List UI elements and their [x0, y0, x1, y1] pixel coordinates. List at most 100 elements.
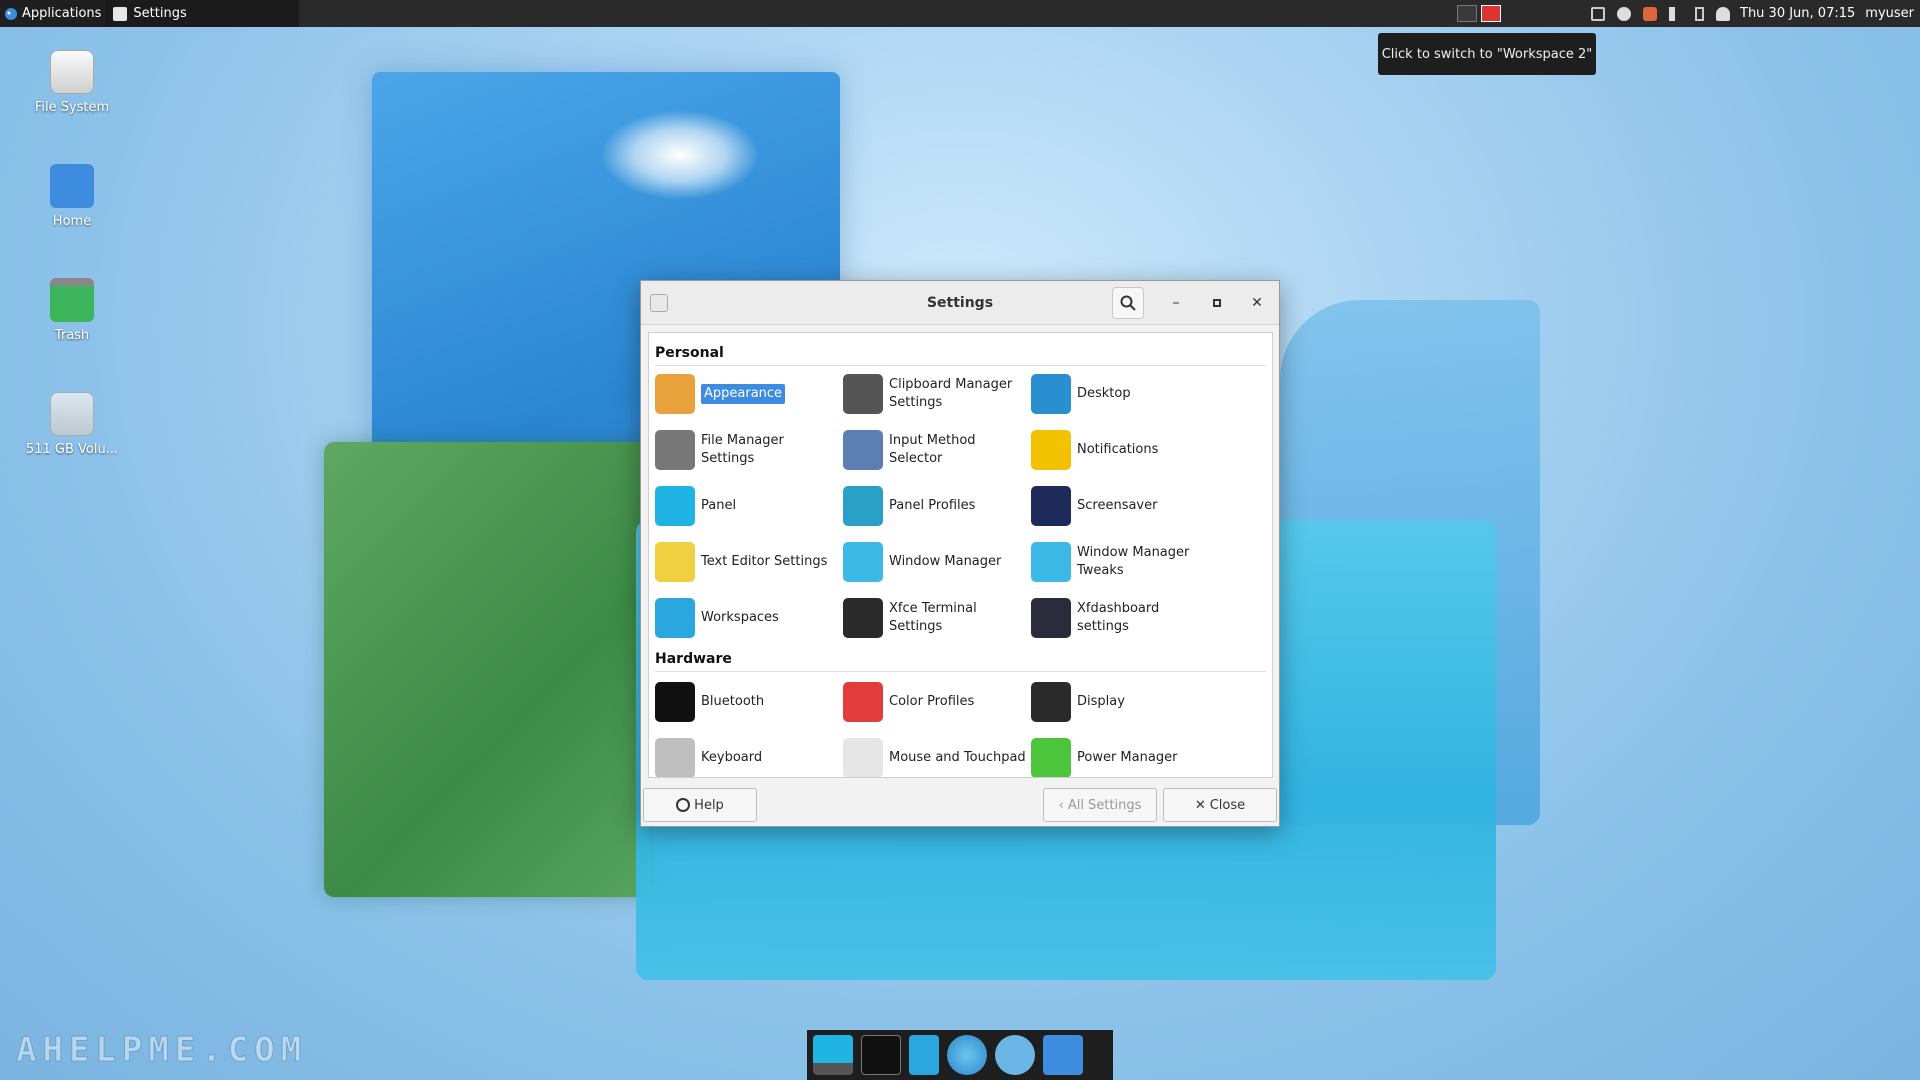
help-label: Help [694, 797, 724, 813]
notification-bell-icon[interactable] [1716, 6, 1730, 21]
title-bar[interactable]: Settings – ✕ [641, 281, 1279, 325]
all-settings-label: All Settings [1067, 797, 1142, 813]
battery-tray-icon[interactable] [1695, 6, 1704, 21]
workspace-switcher[interactable] [1457, 5, 1501, 22]
dock [807, 1030, 1113, 1080]
workspace-1[interactable] [1457, 5, 1477, 22]
desktop-icon-volume[interactable]: 511 GB Volu... [16, 392, 128, 457]
setting-item-label: Window Manager Tweaks [1077, 545, 1190, 578]
section-separator [655, 671, 1266, 672]
volume-icon[interactable] [1669, 6, 1683, 21]
setting-item-bluetooth[interactable]: Bluetooth [655, 677, 839, 727]
setting-item-label: Screensaver [1077, 498, 1158, 513]
setting-item-input-method-selector[interactable]: Input Method Selector [843, 425, 1027, 475]
setting-item-notifications[interactable]: Notifications [1031, 425, 1215, 475]
display-icon [1031, 682, 1071, 722]
applications-menu[interactable]: Applications [0, 0, 106, 27]
setting-item-screensaver[interactable]: Screensaver [1031, 481, 1215, 531]
settings-app-icon [113, 6, 128, 21]
file-manager-icon [655, 430, 695, 470]
network-icon[interactable] [1591, 6, 1605, 21]
setting-item-window-manager-tweaks[interactable]: Window Manager Tweaks [1031, 537, 1215, 587]
desktop-icon-home[interactable]: Home [16, 164, 128, 229]
user-menu[interactable]: myuser [1865, 6, 1914, 21]
chevron-left-icon: ‹ [1058, 797, 1064, 813]
setting-item-appearance[interactable]: Appearance [655, 369, 839, 419]
home-folder-icon [50, 164, 94, 208]
maximize-icon [1213, 299, 1221, 307]
close-button[interactable]: ✕ Close [1163, 788, 1277, 822]
setting-item-desktop[interactable]: Desktop [1031, 369, 1215, 419]
desktop-icon-label: Home [52, 214, 92, 229]
workspace-2[interactable] [1481, 5, 1501, 22]
help-icon [676, 798, 691, 812]
setting-item-panel-profiles[interactable]: Panel Profiles [843, 481, 1027, 531]
minimize-icon: – [1172, 295, 1180, 311]
clock[interactable]: Thu 30 Jun, 07:15 [1740, 6, 1855, 21]
setting-item-label: Color Profiles [889, 694, 975, 709]
bell-icon [1031, 430, 1071, 470]
setting-item-mouse-and-touchpad[interactable]: Mouse and Touchpad [843, 733, 1027, 777]
top-panel: Applications Settings Thu 30 Jun, 07:15 … [0, 0, 1920, 27]
input-method-icon [843, 430, 883, 470]
battery-icon [1031, 738, 1071, 777]
setting-item-label: Clipboard Manager Settings [889, 377, 1013, 410]
minimize-button[interactable]: – [1166, 293, 1186, 313]
setting-item-label: Display [1077, 694, 1125, 709]
setting-item-power-manager[interactable]: Power Manager [1031, 733, 1215, 777]
file-manager-dock-icon[interactable] [909, 1035, 939, 1075]
setting-item-label: Bluetooth [701, 694, 765, 709]
setting-item-label: Desktop [1077, 386, 1131, 401]
bluetooth-icon [655, 682, 695, 722]
setting-item-color-profiles[interactable]: Color Profiles [843, 677, 1027, 727]
setting-item-window-manager[interactable]: Window Manager [843, 537, 1027, 587]
close-window-button[interactable]: ✕ [1247, 293, 1267, 313]
setting-item-label: Window Manager [889, 554, 1002, 569]
terminal-icon [843, 598, 883, 638]
section-header-personal: Personal [655, 345, 724, 361]
setting-item-panel[interactable]: Panel [655, 481, 839, 531]
desktop-icon-file-system[interactable]: File System [16, 50, 128, 115]
setting-item-clipboard-manager-settings[interactable]: Clipboard Manager Settings [843, 369, 1027, 419]
web-browser-icon[interactable] [947, 1035, 987, 1075]
setting-item-xfdashboard-settings[interactable]: Xfdashboard settings [1031, 593, 1215, 643]
setting-item-keyboard[interactable]: Keyboard [655, 733, 839, 777]
desktop-icon-label: Trash [54, 328, 90, 343]
setting-item-label: Workspaces [701, 610, 779, 625]
setting-item-workspaces[interactable]: Workspaces [655, 593, 839, 643]
terminal-dock-icon[interactable] [861, 1035, 901, 1075]
setting-item-display[interactable]: Display [1031, 677, 1215, 727]
show-desktop-icon[interactable] [813, 1035, 853, 1075]
appearance-icon [655, 374, 695, 414]
taskbar-button-settings[interactable]: Settings [105, 0, 300, 27]
close-x-icon: ✕ [1194, 797, 1206, 813]
bluetooth-tray-icon[interactable] [1617, 6, 1631, 21]
maximize-button[interactable] [1207, 293, 1227, 313]
desktop-icon-trash[interactable]: Trash [16, 278, 128, 343]
window-tweaks-icon [1031, 542, 1071, 582]
applications-label: Applications [22, 6, 102, 21]
folder-dock-icon[interactable] [1043, 1035, 1083, 1075]
drive-icon [50, 50, 94, 94]
settings-list: Personal Appearance Clipboard Manager Set… [648, 332, 1273, 778]
all-settings-button[interactable]: ‹ All Settings [1043, 788, 1157, 822]
close-label: Close [1209, 797, 1246, 813]
search-button[interactable] [1112, 287, 1144, 319]
color-profiles-icon [843, 682, 883, 722]
setting-item-xfce-terminal-settings[interactable]: Xfce Terminal Settings [843, 593, 1027, 643]
setting-item-text-editor-settings[interactable]: Text Editor Settings [655, 537, 839, 587]
section-header-hardware: Hardware [655, 651, 732, 667]
help-button[interactable]: Help [643, 788, 757, 822]
xfce-logo-icon [5, 7, 17, 20]
watermark: AHELPME.COM [15, 1030, 308, 1071]
setting-item-file-manager-settings[interactable]: File Manager Settings [655, 425, 839, 475]
dialog-footer: Help ‹ All Settings ✕ Close [641, 778, 1279, 826]
wallpaper-cloud [600, 110, 760, 200]
shield-icon[interactable] [1643, 6, 1657, 21]
clipboard-icon [843, 374, 883, 414]
setting-item-label: Mouse and Touchpad [889, 750, 1026, 765]
app-finder-icon[interactable] [995, 1035, 1035, 1075]
taskbar-label: Settings [133, 6, 187, 21]
mouse-icon [843, 738, 883, 777]
setting-item-label: Panel [701, 498, 737, 513]
